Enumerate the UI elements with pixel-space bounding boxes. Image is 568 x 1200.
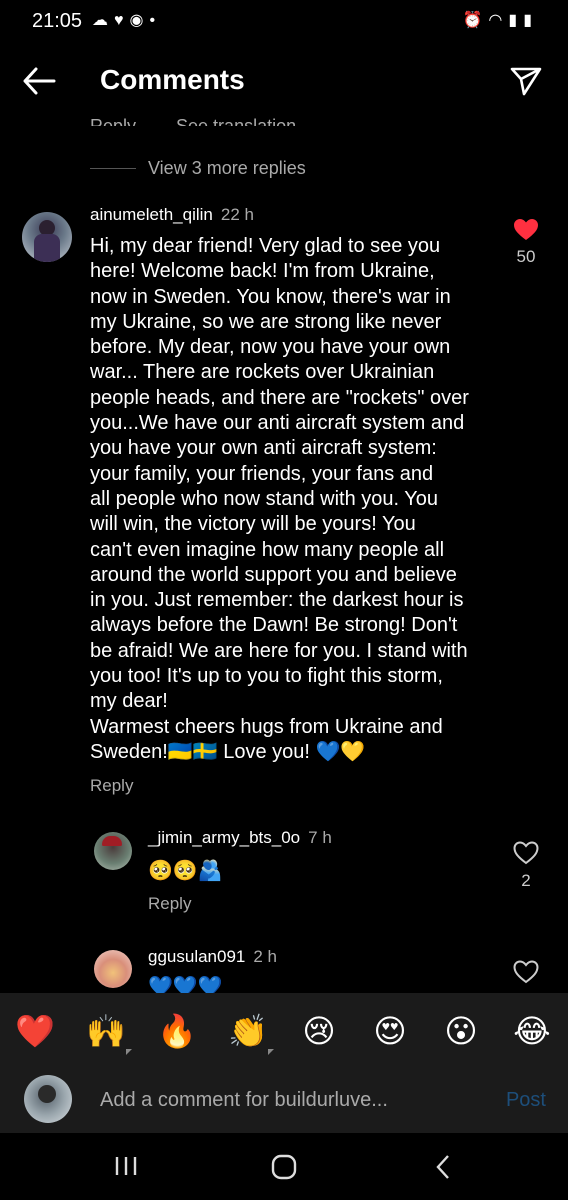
alarm-icon: ⏰ [462,12,489,29]
comment-input[interactable]: Add a comment for buildurluve... [100,1089,388,1112]
comment-header: ainumeleth_qilin 22 h [90,205,254,225]
comment-header: ggusulan091 2 h [148,947,277,967]
share-button[interactable] [510,66,542,96]
status-bar: 21:05 ☁♥◉• ⏰◠▮▮ [0,0,568,44]
like-button[interactable] [513,960,539,984]
back-button[interactable] [22,66,56,96]
reaction-heart[interactable]: ❤️ [15,1011,55,1051]
heart-outline-icon [513,960,539,984]
status-left-icons: ☁♥◉• [92,10,161,30]
reply-button[interactable]: Reply [148,894,191,914]
like-button[interactable] [513,218,539,242]
page-title: Comments [100,64,245,95]
comment-input-bar: Add a comment for buildurluve... Post [0,1069,568,1133]
reaction-fire[interactable]: 🔥 [157,1011,197,1051]
avatar[interactable] [94,832,132,870]
chevron-left-icon [436,1155,449,1179]
heart-icon: ♥ [114,12,130,29]
avatar[interactable] [94,950,132,988]
wifi-icon: ◠ [488,12,509,29]
comment-username[interactable]: ainumeleth_qilin [90,205,213,224]
signal-icon: ▮ [508,12,524,29]
reaction-raised-hands[interactable]: 🙌 [86,1011,126,1051]
cloud-icon: ☁ [92,12,114,29]
reaction-laughing[interactable]: 😂 [512,1011,552,1051]
reaction-heart-eyes[interactable]: 😍 [370,1011,410,1051]
reaction-clap[interactable]: 👏 [228,1011,268,1051]
home-icon [271,1154,297,1180]
comment-text: 🥺🥺🫂 [148,860,223,882]
post-button[interactable]: Post [506,1089,546,1112]
reply-button[interactable]: Reply [90,776,133,796]
recents-icon [115,1157,137,1175]
quick-reactions-bar: ❤️ 🙌 🔥 👏 😢 😍 😮 😂 [0,993,568,1069]
avatar [24,1075,72,1123]
recent-apps-button[interactable] [114,1155,138,1182]
see-translation-link[interactable]: See translation [176,116,296,126]
comment-text: 💙💙💙 [148,976,223,993]
like-count: 2 [521,871,531,890]
send-icon [510,67,542,96]
truncated-reply-row: Reply See translation [90,108,336,126]
heart-outline-icon [513,841,539,865]
reaction-crying[interactable]: 😢 [299,1011,339,1051]
dot-icon: • [149,12,162,29]
battery-icon: ▮ [523,12,538,29]
comment-time: 2 h [253,947,278,966]
back-arrow-icon [23,67,56,95]
status-right-icons: ⏰◠▮▮ [462,10,538,30]
back-nav-button[interactable] [434,1154,452,1185]
like-count: 50 [516,247,536,266]
comment-username[interactable]: ggusulan091 [148,947,245,966]
header: Comments [0,52,568,110]
home-button[interactable] [271,1154,297,1185]
comment-time: 7 h [308,828,332,847]
status-time: 21:05 [32,10,83,32]
comment-time: 22 h [220,205,254,224]
comment-username[interactable]: _jimin_army_bts_0o [148,828,300,847]
view-more-replies[interactable]: View 3 more replies [148,158,306,179]
reply-link[interactable]: Reply [90,116,136,126]
divider-line [90,168,136,169]
messenger-icon: ◉ [129,12,150,29]
heart-filled-icon [514,219,538,240]
comment-header: _jimin_army_bts_0o 7 h [148,828,332,848]
comment-text: Hi, my dear friend! Very glad to see you… [90,235,469,763]
system-nav-bar [0,1133,568,1200]
avatar[interactable] [22,212,72,262]
like-button[interactable] [513,841,539,865]
reaction-surprised[interactable]: 😮 [441,1011,481,1051]
